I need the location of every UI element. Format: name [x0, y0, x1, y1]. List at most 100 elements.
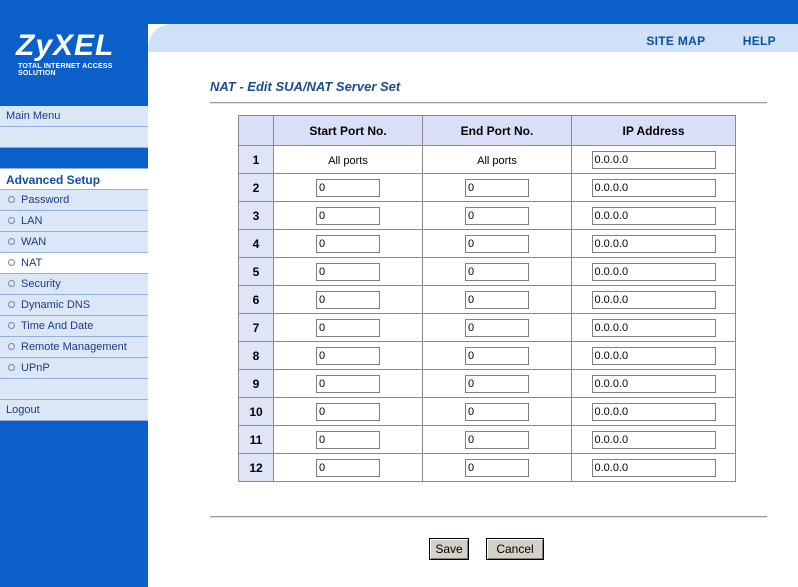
bullet-icon: [8, 342, 15, 350]
end-port-cell: All ports: [422, 145, 572, 174]
submenu-list: Password LAN WAN NAT Security Dynamic DNS Time…: [0, 190, 148, 379]
ip-address-input[interactable]: [591, 318, 716, 337]
bullet-icon: [8, 216, 15, 224]
table-body: 1 All ports All ports 23456789101112: [238, 145, 736, 482]
end-port-input[interactable]: [465, 458, 529, 477]
row-number: 3: [238, 201, 274, 230]
ip-address-input[interactable]: [591, 290, 716, 309]
end-port-input[interactable]: [465, 430, 529, 449]
ip-address-input[interactable]: [591, 430, 716, 449]
sidebar-item-upnp[interactable]: UPnP: [0, 358, 148, 379]
start-port-input[interactable]: [316, 262, 380, 281]
end-port-input[interactable]: [465, 262, 529, 281]
start-port-input[interactable]: [316, 290, 380, 309]
sidebar-item-remote-management[interactable]: Remote Management: [0, 337, 148, 358]
sidebar-item-label: Remote Management: [21, 341, 127, 353]
start-port-input[interactable]: [316, 178, 380, 197]
table-row: 6: [238, 285, 736, 314]
ip-address-input[interactable]: [591, 262, 716, 281]
end-port-cell: [422, 313, 572, 342]
sidebar-item-security[interactable]: Security: [0, 274, 148, 295]
end-port-input[interactable]: [465, 178, 529, 197]
ip-address-input[interactable]: [591, 234, 716, 253]
main-menu-link[interactable]: Main Menu: [0, 106, 148, 127]
site-map-link[interactable]: SITE MAP: [646, 34, 705, 48]
start-port-cell: [273, 313, 423, 342]
start-port-cell: [273, 257, 423, 286]
start-port-input[interactable]: [316, 402, 380, 421]
ip-address-input[interactable]: [591, 374, 716, 393]
table-row: 10: [238, 397, 736, 426]
table-row: 7: [238, 313, 736, 342]
start-port-input[interactable]: [316, 430, 380, 449]
end-port-input[interactable]: [465, 318, 529, 337]
start-port-all-label: All ports: [328, 154, 368, 167]
ip-address-input[interactable]: [591, 178, 716, 197]
start-port-input[interactable]: [316, 234, 380, 253]
start-port-input[interactable]: [316, 346, 380, 365]
menu-spacer: [0, 379, 148, 400]
sidebar-item-label: LAN: [21, 215, 43, 227]
ip-address-cell: [571, 397, 736, 426]
sidebar-item-password[interactable]: Password: [0, 190, 148, 211]
ip-address-input[interactable]: [591, 150, 716, 169]
end-port-cell: [422, 341, 572, 370]
ip-address-input[interactable]: [591, 346, 716, 365]
table-row: 12: [238, 453, 736, 482]
end-port-input[interactable]: [465, 402, 529, 421]
end-port-input[interactable]: [465, 346, 529, 365]
sidebar-item-label: Password: [21, 194, 70, 206]
ip-address-cell: [571, 313, 736, 342]
table-row: 11: [238, 425, 736, 454]
sidebar-item-label: WAN: [21, 236, 47, 248]
bullet-icon: [8, 300, 15, 308]
ip-address-cell: [571, 257, 736, 286]
table-row: 3: [238, 201, 736, 230]
ip-address-input[interactable]: [591, 402, 716, 421]
advanced-setup-heading: Advanced Setup: [0, 168, 148, 190]
logo-wordmark: ZyXEL: [16, 29, 115, 62]
table-row: 9: [238, 369, 736, 398]
end-port-input[interactable]: [465, 206, 529, 225]
ip-address-cell: [571, 453, 736, 482]
end-port-cell: [422, 201, 572, 230]
row-number: 10: [238, 397, 274, 426]
ip-address-input[interactable]: [591, 206, 716, 225]
cancel-button[interactable]: Cancel: [486, 538, 544, 560]
sidebar-item-lan[interactable]: LAN: [0, 211, 148, 232]
sidebar-item-time-and-date[interactable]: Time And Date: [0, 316, 148, 337]
start-port-input[interactable]: [316, 318, 380, 337]
start-port-input[interactable]: [316, 458, 380, 477]
sidebar-item-wan[interactable]: WAN: [0, 232, 148, 253]
row-number: 4: [238, 229, 274, 258]
end-port-input[interactable]: [465, 234, 529, 253]
end-port-cell: [422, 229, 572, 258]
sidebar-item-nat[interactable]: NAT: [0, 253, 148, 274]
help-link[interactable]: HELP: [743, 34, 776, 48]
end-port-input[interactable]: [465, 374, 529, 393]
title-divider: [210, 102, 767, 104]
column-header-ip-address: IP Address: [571, 115, 736, 146]
end-port-all-label: All ports: [477, 154, 517, 167]
row-number: 1: [238, 145, 274, 174]
sidebar-item-label: Time And Date: [21, 320, 94, 332]
start-port-cell: [273, 173, 423, 202]
row-number: 5: [238, 257, 274, 286]
end-port-cell: [422, 173, 572, 202]
save-button[interactable]: Save: [429, 538, 469, 560]
logout-link[interactable]: Logout: [0, 400, 148, 421]
ip-address-input[interactable]: [591, 458, 716, 477]
start-port-input[interactable]: [316, 374, 380, 393]
row-number: 2: [238, 173, 274, 202]
end-port-input[interactable]: [465, 290, 529, 309]
start-port-cell: [273, 425, 423, 454]
sidebar-item-dynamic-dns[interactable]: Dynamic DNS: [0, 295, 148, 316]
table-row: 5: [238, 257, 736, 286]
row-number: 7: [238, 313, 274, 342]
end-port-cell: [422, 285, 572, 314]
ip-address-cell: [571, 229, 736, 258]
sidebar-item-label: NAT: [21, 257, 43, 269]
menu-spacer: [0, 127, 148, 148]
start-port-input[interactable]: [316, 206, 380, 225]
row-number: 6: [238, 285, 274, 314]
